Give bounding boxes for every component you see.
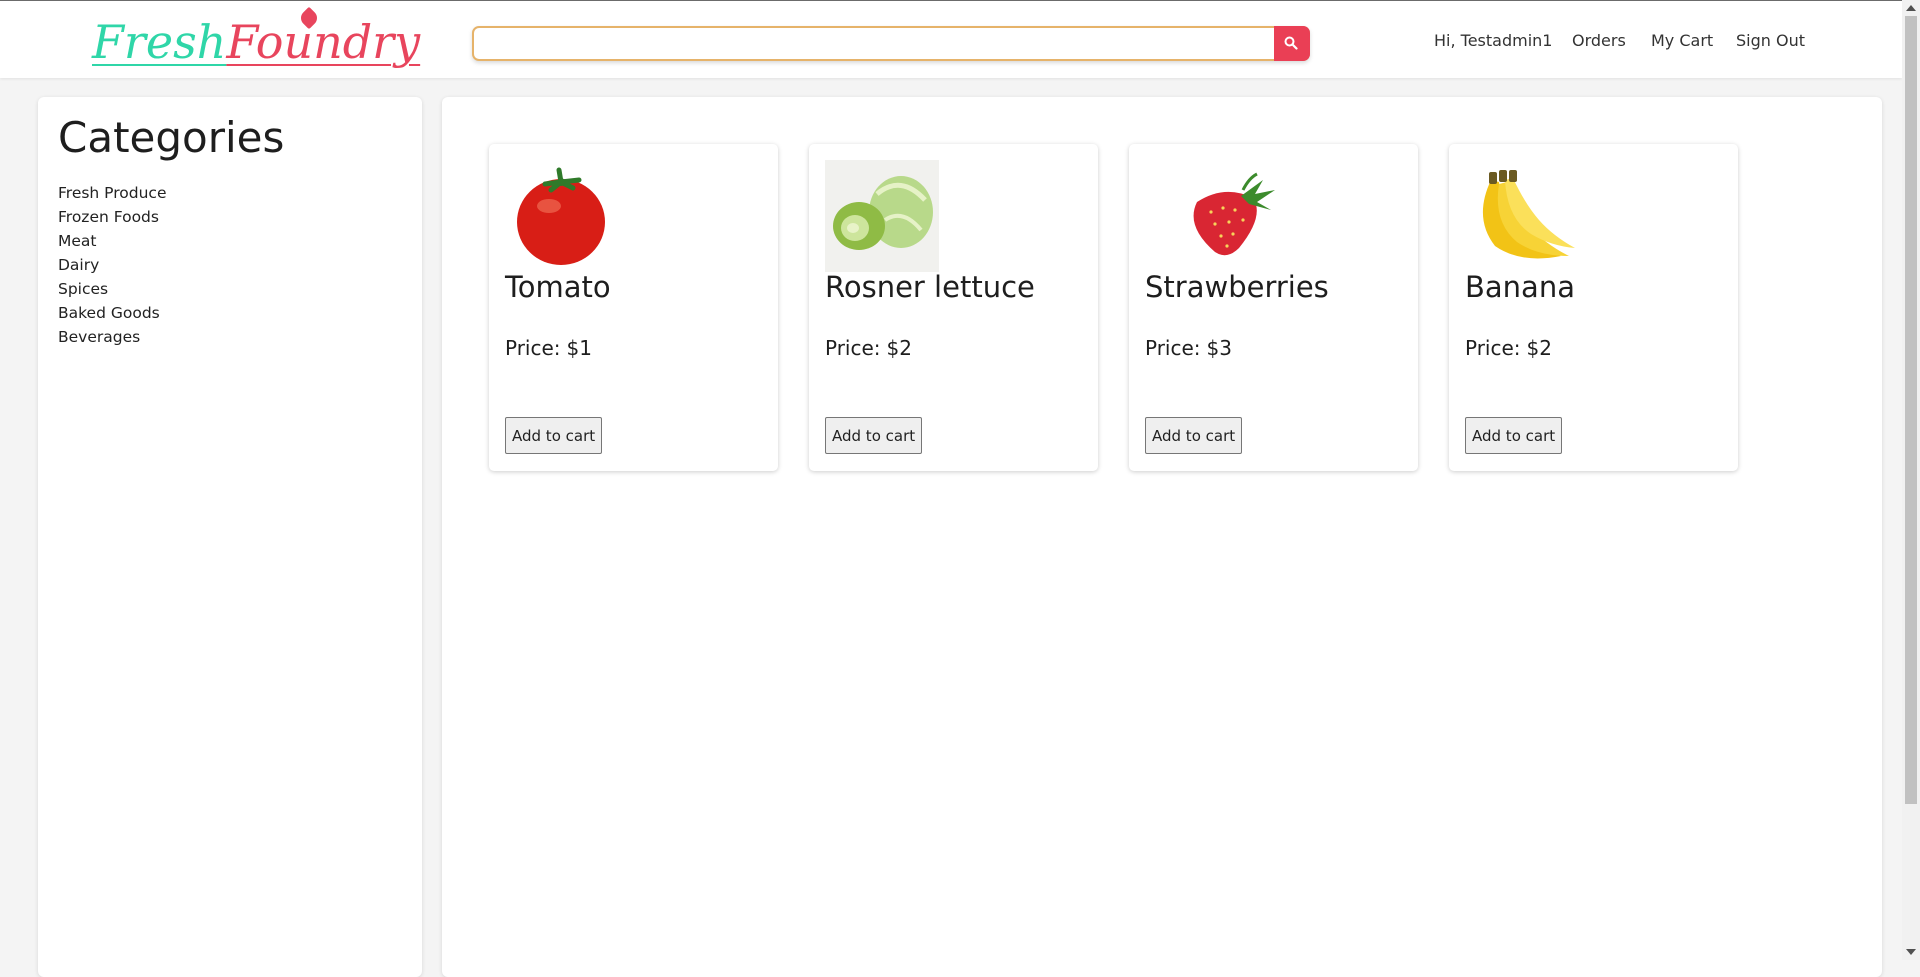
category-dairy[interactable]: Dairy	[58, 255, 167, 279]
add-to-cart-button[interactable]: Add to cart	[1145, 417, 1243, 454]
search-input[interactable]	[480, 28, 1270, 59]
category-list: Fresh Produce Frozen Foods Meat Dairy Sp…	[58, 183, 167, 351]
page-scrollbar[interactable]	[1902, 0, 1920, 960]
category-baked-goods[interactable]: Baked Goods	[58, 303, 167, 327]
price-value: $2	[1526, 336, 1552, 360]
user-greeting-link[interactable]: Hi, Testadmin1	[1434, 31, 1552, 53]
product-grid: Tomato Price: $1 Add to cart Rosner lettu…	[442, 97, 1882, 977]
category-meat[interactable]: Meat	[58, 231, 167, 255]
category-beverages[interactable]: Beverages	[58, 327, 167, 351]
categories-sidebar: Categories Fresh Produce Frozen Foods Me…	[38, 97, 422, 977]
product-name: Strawberries	[1145, 270, 1329, 304]
price-value: $3	[1206, 336, 1232, 360]
product-name: Rosner lettuce	[825, 270, 1035, 304]
price-value: $2	[886, 336, 912, 360]
add-to-cart-button[interactable]: Add to cart	[505, 417, 603, 454]
scroll-down-arrow-icon[interactable]	[1906, 949, 1916, 955]
product-price: Price: $2	[825, 336, 912, 360]
category-frozen-foods[interactable]: Frozen Foods	[58, 207, 167, 231]
search-icon	[1284, 36, 1298, 50]
top-navbar: FreshFoundry Hi, Testadmin1 Orders My Ca…	[0, 0, 1902, 78]
scrollbar-thumb[interactable]	[1905, 16, 1917, 804]
price-value: $1	[566, 336, 592, 360]
product-card: Banana Price: $2 Add to cart	[1449, 144, 1738, 471]
category-fresh-produce[interactable]: Fresh Produce	[58, 183, 167, 207]
category-spices[interactable]: Spices	[58, 279, 167, 303]
product-name: Banana	[1465, 270, 1575, 304]
price-label: Price:	[1145, 336, 1201, 360]
sign-out-link-label: Sign Out	[1736, 31, 1805, 50]
sign-out-link[interactable]: Sign Out	[1736, 31, 1805, 53]
tomato-image[interactable]	[505, 160, 619, 272]
add-to-cart-button[interactable]: Add to cart	[1465, 417, 1563, 454]
strawberry-image[interactable]	[1145, 160, 1313, 272]
brand-logo[interactable]: FreshFoundry	[92, 6, 421, 77]
product-name: Tomato	[505, 270, 611, 304]
scroll-up-arrow-icon[interactable]	[1906, 5, 1916, 11]
orders-link[interactable]: Orders	[1572, 31, 1626, 53]
product-card: Tomato Price: $1 Add to cart	[489, 144, 778, 471]
product-card: Rosner lettuce Price: $2 Add to cart	[809, 144, 1098, 471]
my-cart-link-label: My Cart	[1651, 31, 1714, 50]
price-label: Price:	[1465, 336, 1521, 360]
product-price: Price: $1	[505, 336, 592, 360]
search-bar	[472, 26, 1310, 61]
search-button[interactable]	[1274, 26, 1310, 61]
my-cart-link[interactable]: My Cart	[1651, 31, 1713, 53]
price-label: Price:	[825, 336, 881, 360]
brand-part-fresh: Fresh	[92, 15, 227, 69]
add-to-cart-button[interactable]: Add to cart	[825, 417, 923, 454]
categories-title: Categories	[58, 113, 285, 162]
price-label: Price:	[505, 336, 561, 360]
brand-part-foundry: Foundry	[226, 15, 421, 69]
product-price: Price: $3	[1145, 336, 1232, 360]
banana-image[interactable]	[1465, 160, 1579, 272]
lettuce-image[interactable]	[825, 160, 939, 272]
user-greeting-label: Hi, Testadmin1	[1434, 31, 1553, 50]
orders-link-label: Orders	[1572, 31, 1626, 50]
product-card: Strawberries Price: $3 Add to cart	[1129, 144, 1418, 471]
product-price: Price: $2	[1465, 336, 1552, 360]
